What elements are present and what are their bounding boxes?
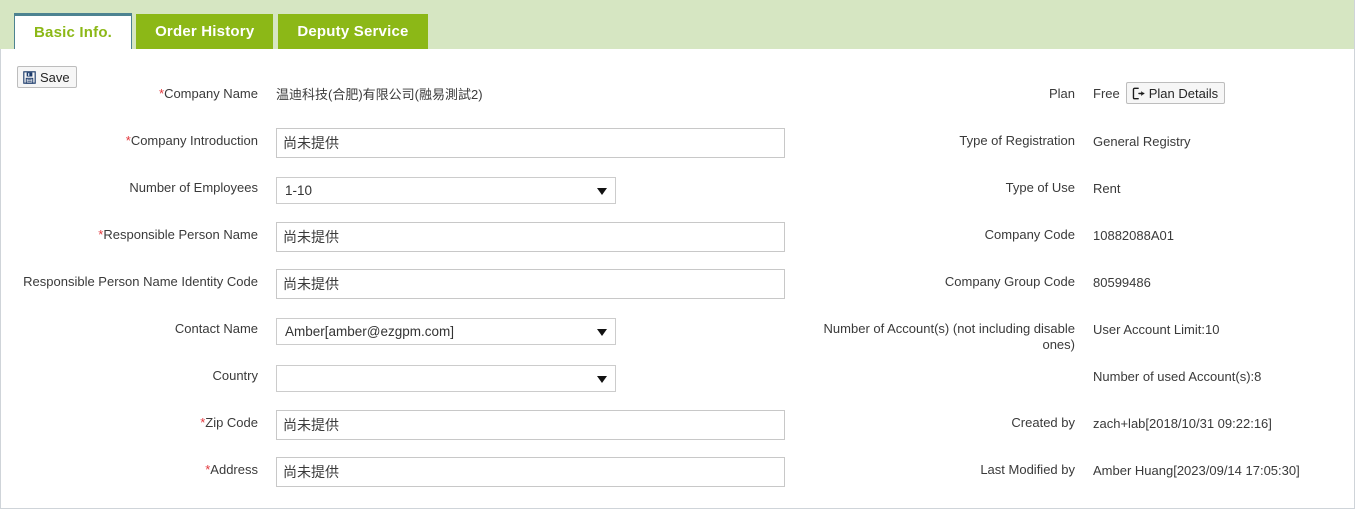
field-row-created-by: Created by zach+lab[2018/10/31 09:22:16] <box>801 408 1354 455</box>
tab-basic-info-label: Basic Info. <box>34 24 113 41</box>
plan-details-button[interactable]: Plan Details <box>1125 82 1226 104</box>
contact-name-value: Amber[amber@ezgpm.com] <box>285 324 455 339</box>
label-created-by: Created by <box>1011 415 1075 430</box>
tab-deputy-service-label: Deputy Service <box>297 23 409 40</box>
label-country: Country <box>212 368 258 383</box>
label-number-of-employees: Number of Employees <box>129 180 258 195</box>
field-row-last-modified-by: Last Modified by Amber Huang[2023/09/14 … <box>801 455 1354 502</box>
label-contact-name: Contact Name <box>174 321 258 336</box>
label-company-code: Company Code <box>984 227 1075 242</box>
field-row-number-of-used-accounts: Number of used Account(s):8 <box>801 361 1354 408</box>
country-value <box>285 366 589 391</box>
tab-basic-info[interactable]: Basic Info. <box>14 13 133 50</box>
label-type-of-use: Type of Use <box>1005 180 1075 195</box>
value-user-account-limit: User Account Limit:10 <box>1093 322 1220 337</box>
field-row-company-group-code: Company Group Code 80599486 <box>801 267 1354 314</box>
label-responsible-person-identity-code: Responsible Person Name Identity Code <box>23 274 258 289</box>
field-row-type-of-registration: Type of Registration General Registry <box>801 126 1354 173</box>
address-input[interactable] <box>276 457 785 487</box>
field-row-type-of-use: Type of Use Rent <box>801 173 1354 220</box>
company-introduction-input[interactable] <box>276 128 785 158</box>
field-row-company-code: Company Code 10882088A01 <box>801 220 1354 267</box>
chevron-down-icon <box>597 188 607 195</box>
value-number-of-used-accounts: Number of used Account(s):8 <box>1093 369 1262 384</box>
label-responsible-person-name: *Responsible Person Name <box>98 227 258 242</box>
sign-out-external-icon <box>1132 87 1145 100</box>
value-created-by: zach+lab[2018/10/31 09:22:16] <box>1093 416 1272 431</box>
field-row-number-of-accounts: Number of Account(s) (not including disa… <box>801 314 1354 361</box>
label-last-modified-by: Last Modified by <box>980 462 1075 477</box>
value-last-modified-by: Amber Huang[2023/09/14 17:05:30] <box>1093 463 1300 478</box>
country-select[interactable] <box>276 365 616 392</box>
number-of-employees-value: 1-10 <box>285 183 313 198</box>
company-basic-info-page: Basic Info. Order History Deputy Service <box>0 0 1355 509</box>
label-number-of-accounts: Number of Account(s) (not including disa… <box>823 321 1075 352</box>
label-plan: Plan <box>1048 86 1075 101</box>
basic-info-form: *Company Name 温迪科技(合肥)有限公司(融易測試2) *Compa… <box>1 79 1354 502</box>
field-row-country: Country <box>1 361 801 408</box>
content-panel: Save *Company Name 温迪科技(合肥)有限公司(融易測試2) *… <box>0 49 1355 509</box>
value-company-group-code: 80599486 <box>1093 275 1151 290</box>
label-zip-code: *Zip Code <box>200 415 258 430</box>
value-type-of-registration: General Registry <box>1093 134 1191 149</box>
label-company-introduction: *Company Introduction <box>125 133 258 148</box>
tab-order-history-label: Order History <box>155 23 255 40</box>
tab-deputy-service[interactable]: Deputy Service <box>278 14 428 50</box>
value-company-name: 温迪科技(合肥)有限公司(融易測試2) <box>276 87 483 102</box>
field-row-number-of-employees: Number of Employees 1-10 <box>1 173 801 220</box>
number-of-employees-select[interactable]: 1-10 <box>276 177 616 204</box>
field-row-zip-code: *Zip Code <box>1 408 801 455</box>
label-company-name: *Company Name <box>159 86 258 101</box>
form-right-column: Plan Free Plan Details Type of Registrat… <box>801 79 1354 502</box>
field-row-responsible-person-identity-code: Responsible Person Name Identity Code <box>1 267 801 314</box>
plan-value: Free <box>1093 85 1120 101</box>
chevron-down-icon <box>597 329 607 336</box>
tab-strip: Basic Info. Order History Deputy Service <box>0 0 1355 50</box>
field-row-responsible-person-name: *Responsible Person Name <box>1 220 801 267</box>
field-row-contact-name: Contact Name Amber[amber@ezgpm.com] <box>1 314 801 361</box>
value-type-of-use: Rent <box>1093 181 1121 196</box>
plan-details-button-label: Plan Details <box>1148 85 1219 101</box>
field-row-plan: Plan Free Plan Details <box>801 79 1354 126</box>
contact-name-select[interactable]: Amber[amber@ezgpm.com] <box>276 318 616 345</box>
responsible-person-name-input[interactable] <box>276 222 785 252</box>
label-number-of-used-accounts-empty <box>801 361 1093 368</box>
zip-code-input[interactable] <box>276 410 785 440</box>
field-row-address: *Address <box>1 455 801 502</box>
responsible-person-identity-code-input[interactable] <box>276 269 785 299</box>
label-type-of-registration: Type of Registration <box>959 133 1075 148</box>
chevron-down-icon <box>597 376 607 383</box>
label-company-group-code: Company Group Code <box>944 274 1075 289</box>
value-company-code: 10882088A01 <box>1093 228 1174 243</box>
form-left-column: *Company Name 温迪科技(合肥)有限公司(融易測試2) *Compa… <box>1 79 801 502</box>
tab-order-history[interactable]: Order History <box>136 14 274 50</box>
field-row-company-name: *Company Name 温迪科技(合肥)有限公司(融易測試2) <box>1 79 801 126</box>
field-row-company-introduction: *Company Introduction <box>1 126 801 173</box>
label-address: *Address <box>205 462 258 477</box>
